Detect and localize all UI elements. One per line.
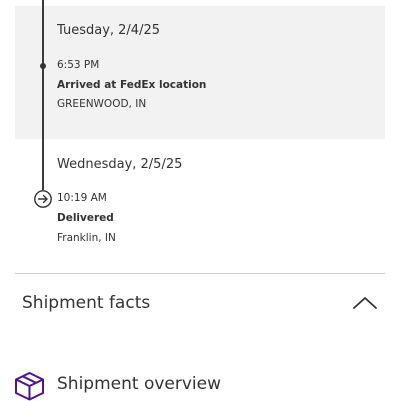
shipment-overview-header[interactable]: Shipment overview xyxy=(57,374,221,394)
event-location: Franklin, IN xyxy=(57,232,116,244)
event-date: Wednesday, 2/5/25 xyxy=(57,157,183,172)
event-status: Arrived at FedEx location xyxy=(57,79,207,91)
event-status: Delivered xyxy=(57,212,114,224)
shipment-facts-header[interactable]: Shipment facts xyxy=(22,293,150,313)
section-divider xyxy=(15,273,385,274)
event-date: Tuesday, 2/4/25 xyxy=(57,23,160,38)
chevron-up-icon[interactable] xyxy=(352,295,378,311)
timeline-line xyxy=(42,0,44,190)
timeline-dot xyxy=(40,63,46,69)
event-time: 10:19 AM xyxy=(57,192,107,204)
event-time: 6:53 PM xyxy=(57,59,100,71)
package-box-icon xyxy=(15,372,44,401)
event-location: GREENWOOD, IN xyxy=(57,98,147,110)
circle-arrow-right-icon xyxy=(34,190,52,208)
